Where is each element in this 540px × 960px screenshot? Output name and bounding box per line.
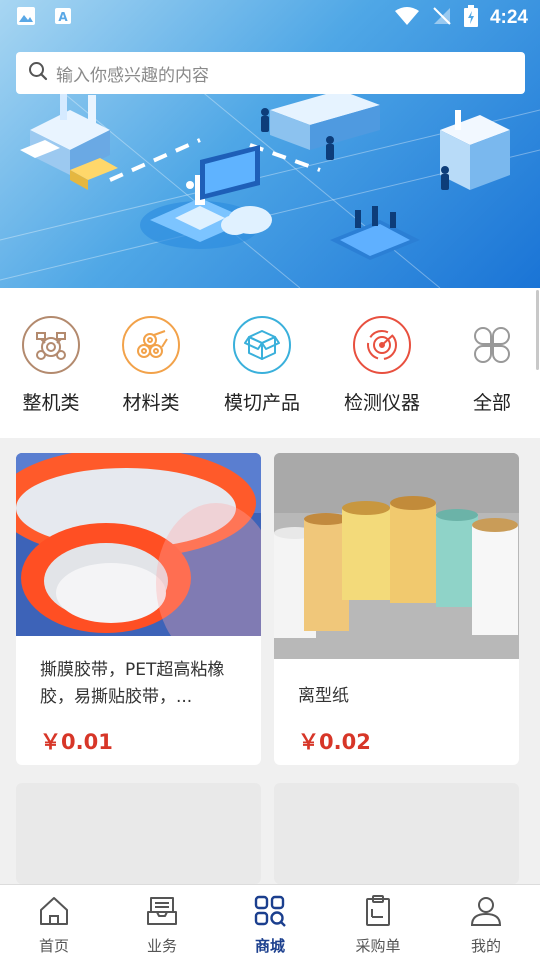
svg-text:A: A <box>58 10 68 24</box>
category-all[interactable]: 全部 <box>437 288 540 438</box>
product-price: ￥0.02 <box>298 730 371 754</box>
battery-charging-icon <box>463 5 478 31</box>
product-title: 离型纸 <box>298 686 349 706</box>
search-input[interactable]: 输入你感兴趣的内容 <box>16 52 525 94</box>
category-machines[interactable]: 整机类 <box>0 288 106 438</box>
home-icon <box>37 895 71 931</box>
category-instruments[interactable]: 检测仪器 <box>327 288 437 438</box>
nav-label: 商城 <box>254 937 285 955</box>
inbox-icon <box>145 895 179 931</box>
wifi-icon <box>394 6 420 30</box>
hero-banner[interactable]: A 4:24 输入你感兴趣的内容 <box>0 0 540 288</box>
image-icon <box>16 6 36 30</box>
a-font-icon: A <box>54 7 72 29</box>
radar-icon <box>353 316 411 374</box>
nav-business[interactable]: 业务 <box>108 885 216 960</box>
product-card-placeholder <box>274 783 519 884</box>
nav-purchase-order[interactable]: 采购单 <box>324 885 432 960</box>
nav-mall[interactable]: 商城 <box>216 885 324 960</box>
product-card[interactable]: 撕膜胶带，PET超高粘橡胶，易撕贴胶带，... ￥0.01 <box>16 453 261 765</box>
category-label: 整机类 <box>22 392 80 414</box>
machine-icon <box>22 316 80 374</box>
status-time: 4:24 <box>489 7 528 28</box>
product-image-tape <box>16 453 261 636</box>
category-label: 模切产品 <box>223 392 300 414</box>
box-icon <box>233 316 291 374</box>
nav-label: 业务 <box>146 937 177 955</box>
rolls-icon <box>122 316 180 374</box>
category-label: 检测仪器 <box>343 392 420 414</box>
user-icon <box>469 895 503 931</box>
product-image-release-paper <box>274 453 519 659</box>
category-label: 材料类 <box>122 392 180 414</box>
nav-label: 采购单 <box>355 937 401 955</box>
mall-grid-icon <box>253 895 287 931</box>
product-card-placeholder <box>16 783 261 884</box>
search-placeholder: 输入你感兴趣的内容 <box>56 65 209 86</box>
no-signal-icon <box>432 6 452 30</box>
banner-illustration <box>0 90 540 288</box>
search-icon <box>28 61 48 85</box>
category-materials[interactable]: 材料类 <box>96 288 206 438</box>
bottom-navigation: 首页 业务 商城 采购单 我的 <box>0 884 540 960</box>
category-die-cut[interactable]: 模切产品 <box>207 288 317 438</box>
scrollbar[interactable] <box>536 290 539 370</box>
clipboard-icon <box>361 895 395 931</box>
product-card[interactable]: 离型纸 ￥0.02 <box>274 453 519 765</box>
nav-label: 首页 <box>38 937 69 955</box>
nav-mine[interactable]: 我的 <box>432 885 540 960</box>
product-title: 撕膜胶带，PET超高粘橡胶，易撕贴胶带，... <box>40 660 225 707</box>
category-label: 全部 <box>472 392 511 414</box>
grid-icon <box>463 316 521 374</box>
nav-label: 我的 <box>470 937 501 955</box>
status-bar: A 4:24 <box>0 0 540 36</box>
product-price: ￥0.01 <box>40 730 113 754</box>
nav-home[interactable]: 首页 <box>0 885 108 960</box>
category-row: 整机类 材料类 模切产品 检测仪器 全部 <box>0 288 540 438</box>
